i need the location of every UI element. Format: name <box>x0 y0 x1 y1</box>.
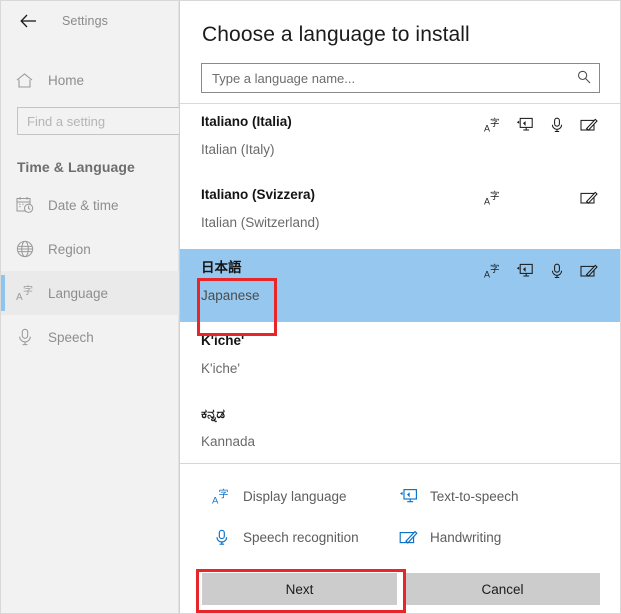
language-search-input[interactable]: Type a language name... <box>201 63 600 93</box>
sidebar-item-label: Region <box>48 242 91 257</box>
sidebar-item-home[interactable]: Home <box>1 63 178 97</box>
sidebar-items: Date & time Region A 字 <box>1 183 179 359</box>
choose-language-dialog: Choose a language to install Type a lang… <box>179 1 621 613</box>
dialog-title: Choose a language to install <box>180 1 621 47</box>
svg-text:字: 字 <box>490 190 500 202</box>
language-list-scroll[interactable]: Italiano (Svizzera) Italiano (Italia) It… <box>180 103 621 463</box>
text-to-speech-icon <box>516 262 534 280</box>
feature-legend: A 字 Display language <box>180 464 621 568</box>
legend-label: Speech recognition <box>243 530 359 545</box>
legend-label: Handwriting <box>430 530 501 545</box>
legend-label: Display language <box>243 489 347 504</box>
microphone-icon <box>548 116 566 134</box>
dialog-footer: Next Cancel <box>180 563 621 613</box>
sidebar-titlebar: Settings <box>1 1 178 41</box>
language-feature-icons: A 字 <box>484 262 598 280</box>
text-to-speech-icon <box>516 116 534 134</box>
handwriting-icon <box>580 189 598 207</box>
legend-item-speech-recognition: Speech recognition <box>180 528 398 548</box>
language-feature-icons: A 字 <box>484 189 598 207</box>
legend-label: Text-to-speech <box>430 489 519 504</box>
legend-item-text-to-speech: Text-to-speech <box>398 487 519 507</box>
home-icon <box>16 70 40 90</box>
language-english-name: Japanese <box>201 286 621 306</box>
sidebar-item-region[interactable]: Region <box>1 227 179 271</box>
list-item-selected-japanese[interactable]: 日本語 Japanese A 字 <box>180 249 621 322</box>
settings-window: Settings Home Find a setting Time & Lang… <box>0 0 621 614</box>
svg-text:字: 字 <box>219 488 229 501</box>
legend-row: A 字 Display language <box>180 476 621 517</box>
legend-row: Speech recognition Handwriting <box>180 517 621 558</box>
globe-icon <box>16 238 40 260</box>
display-language-icon: A 字 <box>211 487 233 507</box>
search-icon[interactable] <box>577 70 591 87</box>
language-native-name: K'iche' <box>201 331 621 351</box>
handwriting-icon <box>580 262 598 280</box>
language-search-wrap: Type a language name... <box>180 47 621 93</box>
legend-item-display-language: A 字 Display language <box>180 487 398 507</box>
handwriting-icon <box>398 528 420 548</box>
microphone-icon <box>16 326 40 348</box>
language-english-name: Kannada <box>201 432 621 452</box>
language-english-name: Italian (Switzerland) <box>201 213 621 233</box>
microphone-icon <box>211 528 233 548</box>
calendar-clock-icon <box>16 194 40 216</box>
list-item[interactable]: Italiano (Italia) Italian (Italy) A 字 <box>180 103 621 176</box>
list-item[interactable]: Italiano (Svizzera) Italian (Switzerland… <box>180 176 621 249</box>
feature-icon-empty <box>548 189 566 207</box>
back-arrow-icon[interactable] <box>17 10 39 32</box>
display-language-icon: A 字 <box>484 262 502 280</box>
sidebar-item-speech[interactable]: Speech <box>1 315 179 359</box>
language-feature-icons: A 字 <box>484 116 598 134</box>
legend-item-handwriting: Handwriting <box>398 528 501 548</box>
next-button[interactable]: Next <box>202 573 397 605</box>
text-to-speech-icon <box>398 487 420 507</box>
sidebar-item-label: Date & time <box>48 198 119 213</box>
find-a-setting-placeholder: Find a setting <box>27 114 105 129</box>
svg-text:字: 字 <box>23 284 33 297</box>
language-native-name: ಕನ್ನಡ <box>201 404 621 424</box>
svg-text:A: A <box>16 292 23 302</box>
sidebar-item-label: Language <box>48 286 108 301</box>
feature-icon-empty <box>516 189 534 207</box>
sidebar-item-date-time[interactable]: Date & time <box>1 183 179 227</box>
language-search-placeholder: Type a language name... <box>212 71 577 86</box>
language-list: Italiano (Svizzera) Italiano (Italia) It… <box>180 103 621 463</box>
list-item[interactable]: ಕನ್ನಡ Kannada <box>180 395 621 463</box>
svg-text:字: 字 <box>490 117 500 129</box>
list-item[interactable]: K'iche' K'iche' <box>180 322 621 395</box>
handwriting-icon <box>580 116 598 134</box>
display-language-icon: A 字 <box>484 116 502 134</box>
language-english-name: K'iche' <box>201 359 621 379</box>
language-english-name: Italian (Italy) <box>201 140 621 160</box>
svg-text:字: 字 <box>490 263 500 275</box>
display-language-icon: A 字 <box>484 189 502 207</box>
sidebar-group-title: Time & Language <box>17 159 135 175</box>
sidebar-item-label-home: Home <box>48 73 84 88</box>
display-language-icon: A 字 <box>16 282 40 304</box>
settings-sidebar: Settings Home Find a setting Time & Lang… <box>1 1 179 613</box>
sidebar-item-language[interactable]: A 字 Language <box>1 271 179 315</box>
sidebar-item-label: Speech <box>48 330 94 345</box>
microphone-icon <box>548 262 566 280</box>
cancel-button[interactable]: Cancel <box>405 573 600 605</box>
sidebar-title: Settings <box>62 14 108 28</box>
